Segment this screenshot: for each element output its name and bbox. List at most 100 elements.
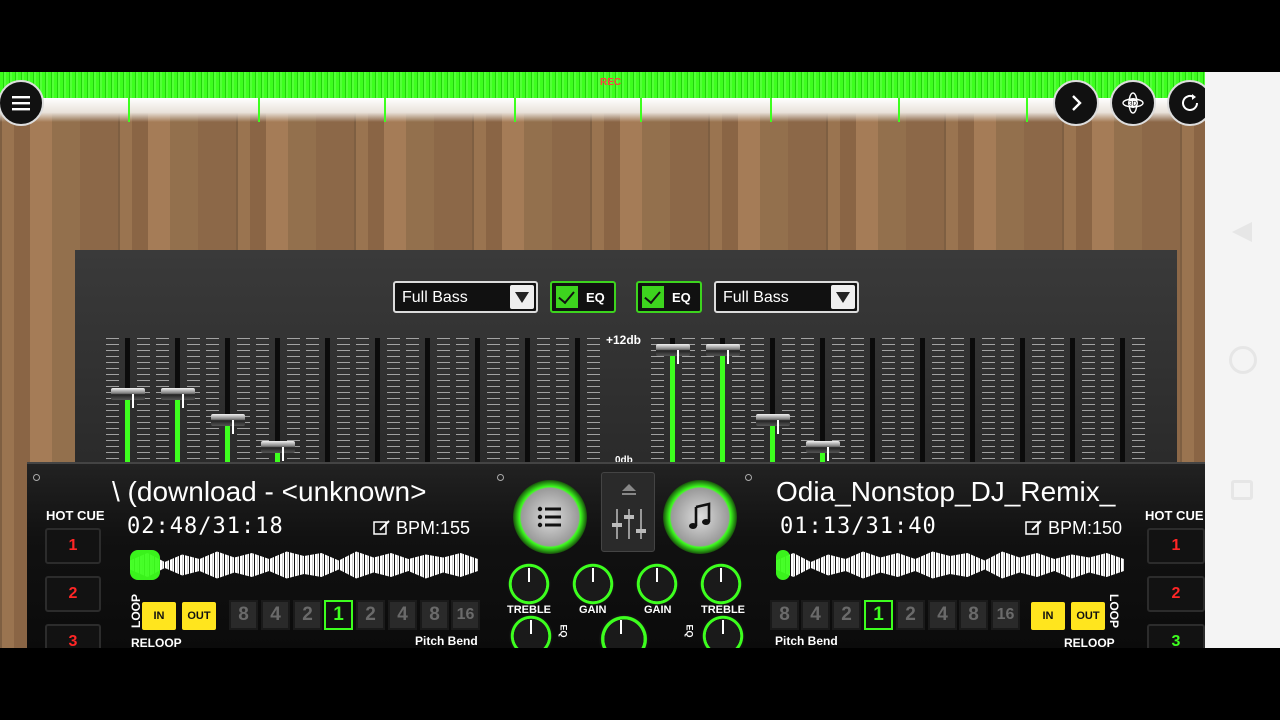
left-eq-band-slider-10[interactable] [556,338,600,462]
left-beat-2b[interactable]: 2 [356,600,385,630]
left-beat-8[interactable]: 8 [229,600,258,630]
left-hot-cue-1[interactable]: 1 [45,528,101,564]
left-hot-cue-3[interactable]: 3 [45,624,101,648]
right-beat-4[interactable]: 4 [801,600,830,630]
right-track-time: 01:13/31:40 [780,514,937,539]
left-eq-preset-value: Full Bass [402,289,468,306]
left-beat-8b[interactable]: 8 [420,600,449,630]
slider-knob[interactable] [111,388,145,408]
right-hot-cue-3[interactable]: 3 [1147,624,1205,648]
left-eq-band-slider-1[interactable] [106,338,150,462]
next-button[interactable] [1053,80,1099,126]
right-beat-8b[interactable]: 8 [959,600,988,630]
right-eq-band-slider-2[interactable] [701,338,745,462]
left-loop-out-button[interactable]: OUT [182,602,216,630]
right-deck-waveform[interactable] [776,550,1124,580]
checkmark-icon [642,286,664,308]
left-eq-band-slider-3[interactable] [206,338,250,462]
track-overview-waveform[interactable]: REC [0,72,1205,122]
right-loop-in-button[interactable]: IN [1031,602,1065,630]
slider-track [425,338,430,462]
right-eq-band-slider-10[interactable] [1101,338,1145,462]
right-eq-band-slider-5[interactable] [851,338,895,462]
left-eq-preset-dropdown[interactable]: Full Bass [393,281,538,313]
slider-knob[interactable] [756,414,790,434]
right-bpm-display[interactable]: BPM:150 [1025,518,1122,539]
menu-button[interactable] [0,80,44,126]
slider-knob[interactable] [706,344,740,364]
right-beat-4b[interactable]: 4 [928,600,957,630]
left-eq-band-slider-5[interactable] [306,338,350,462]
deck-console: HOT CUE 1 2 3 \ (download - <unknown> 02… [27,462,1205,648]
dj-app: REC 3D Full Bass EQ EQ Full Bass +12db 0… [0,72,1205,648]
slider-knob[interactable] [261,441,295,461]
right-beat-1[interactable]: 1 [864,600,893,630]
right-beat-2b[interactable]: 2 [896,600,925,630]
checkmark-icon [556,286,578,308]
left-eq-band-slider-2[interactable] [156,338,200,462]
left-treble-knob[interactable] [507,562,551,606]
right-eq-side-label: EQ [684,624,695,638]
right-beat-2[interactable]: 2 [832,600,861,630]
left-bpm-display[interactable]: BPM:155 [373,518,470,539]
slider-knob[interactable] [656,344,690,364]
right-waveform-shape [776,551,1124,579]
right-loop-out-button[interactable]: OUT [1071,602,1105,630]
right-eq-band-slider-4[interactable] [801,338,845,462]
right-treble-knob[interactable] [699,562,743,606]
mixer-toggle-button[interactable] [601,472,655,552]
right-reloop-label[interactable]: RELOOP [1064,636,1115,648]
right-beat-16[interactable]: 16 [991,600,1020,630]
slider-knob[interactable] [806,441,840,461]
overview-marker [640,98,642,122]
overview-marker [1026,98,1028,122]
right-eq-band-slider-6[interactable] [901,338,945,462]
left-eq-toggle[interactable]: EQ [550,281,616,313]
left-beat-16[interactable]: 16 [451,600,480,630]
slider-knob[interactable] [211,414,245,434]
music-library-button[interactable] [663,480,737,554]
screw [33,474,40,481]
crossfader-knob[interactable] [599,614,649,648]
left-gain-knob[interactable] [571,562,615,606]
slider-level-fill [720,356,725,462]
view-3d-button[interactable]: 3D [1110,80,1156,126]
left-deck-waveform[interactable] [130,550,478,580]
playlist-button[interactable] [513,480,587,554]
right-eq-toggle[interactable]: EQ [636,281,702,313]
left-bass-knob[interactable] [509,614,553,648]
right-hot-cue-2[interactable]: 2 [1147,576,1205,612]
left-beat-4b[interactable]: 4 [388,600,417,630]
list-icon [537,506,561,528]
left-eq-band-slider-9[interactable] [506,338,550,462]
right-eq-preset-dropdown[interactable]: Full Bass [714,281,859,313]
right-beat-8[interactable]: 8 [770,600,799,630]
left-beat-1[interactable]: 1 [324,600,353,630]
home-nav-icon[interactable] [1229,346,1257,374]
left-eq-band-slider-4[interactable] [256,338,300,462]
left-reloop-label[interactable]: RELOOP [131,636,182,648]
slider-track [870,338,875,462]
center-mixer: TREBLE GAIN GAIN TREBLE EQ EQ [501,464,757,648]
left-beat-4[interactable]: 4 [261,600,290,630]
recents-nav-icon[interactable] [1231,480,1253,500]
back-nav-icon[interactable] [1232,222,1252,242]
right-eq-band-slider-3[interactable] [751,338,795,462]
right-eq-band-slider-8[interactable] [1001,338,1045,462]
right-bass-knob[interactable] [701,614,745,648]
left-loop-in-button[interactable]: IN [142,602,176,630]
left-beat-2[interactable]: 2 [293,600,322,630]
slider-knob[interactable] [161,388,195,408]
left-eq-band-slider-7[interactable] [406,338,450,462]
right-eq-band-slider-9[interactable] [1051,338,1095,462]
right-eq-band-slider-7[interactable] [951,338,995,462]
left-eq-band-slider-8[interactable] [456,338,500,462]
right-gain-knob[interactable] [635,562,679,606]
left-eq-band-slider-6[interactable] [356,338,400,462]
left-eq-side-label: EQ [558,624,569,638]
sync-button[interactable] [1167,80,1205,126]
right-eq-band-slider-1[interactable] [651,338,695,462]
right-hot-cue-1[interactable]: 1 [1147,528,1205,564]
left-hot-cue-2[interactable]: 2 [45,576,101,612]
overview-marker [514,98,516,122]
